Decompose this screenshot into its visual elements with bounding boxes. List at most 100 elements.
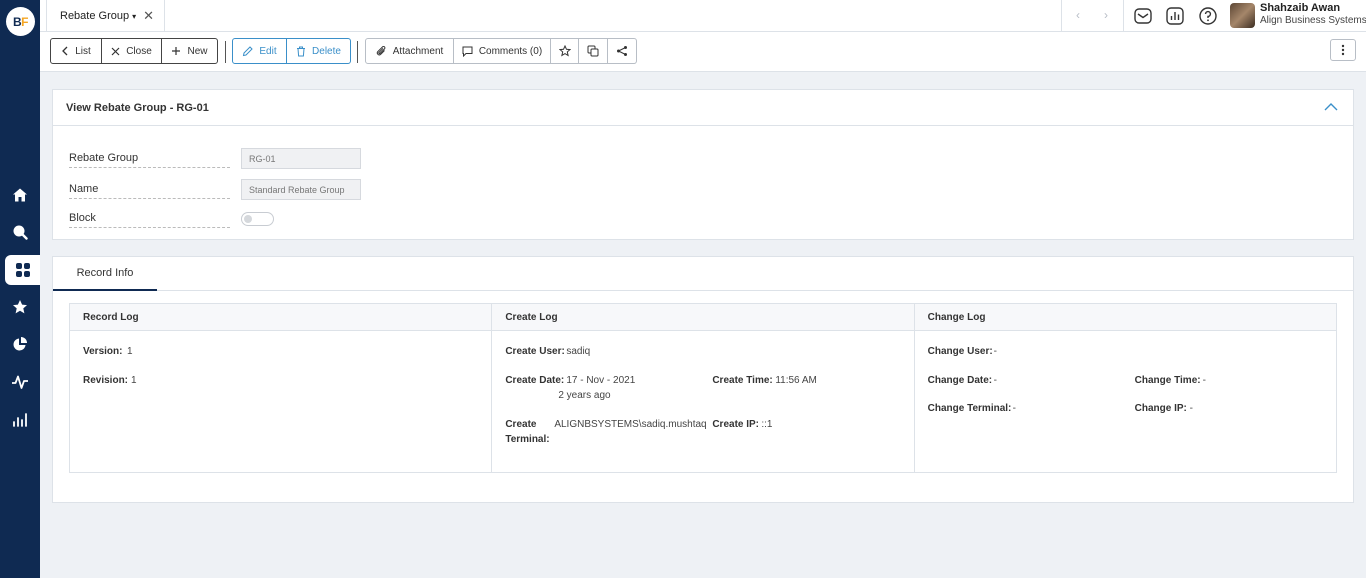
avatar[interactable]: [1230, 3, 1255, 28]
create-terminal-value: ALIGNBSYSTEMS\sadiq.mushtaq: [554, 419, 707, 430]
tab-record-info[interactable]: Record Info: [53, 257, 157, 291]
name-field: Standard Rebate Group: [241, 179, 361, 200]
create-time-value: 11:56 AM: [775, 375, 817, 386]
list-button[interactable]: List: [50, 38, 102, 64]
change-ip-value: -: [1189, 403, 1193, 414]
revision-label: Revision:: [83, 375, 129, 386]
change-date-value: -: [993, 375, 997, 386]
close-label: Close: [126, 45, 152, 57]
delete-button[interactable]: Delete: [286, 38, 351, 64]
close-button[interactable]: Close: [101, 38, 162, 64]
share-button[interactable]: [607, 38, 637, 64]
create-ip-value: ::1: [761, 419, 773, 430]
block-toggle[interactable]: [241, 212, 274, 226]
comments-label: Comments (0): [478, 45, 543, 57]
create-terminal-label-1: Create: [505, 419, 537, 430]
name-label: Name: [69, 183, 230, 199]
close-tab-icon[interactable]: ✕: [143, 8, 154, 24]
revision-value: 1: [131, 375, 137, 386]
change-ip-label: Change IP:: [1134, 403, 1187, 414]
pie-chart-icon[interactable]: [0, 329, 40, 359]
share-icon: [617, 46, 627, 56]
copy-icon: [587, 45, 599, 57]
user-company: Align Business Systems: [1260, 15, 1366, 26]
create-log-column: Create Log Create User: sadiq Create Dat…: [492, 304, 915, 472]
record-logs: Record Log Version: 1 Revision: 1 Create…: [69, 303, 1337, 473]
delete-label: Delete: [312, 45, 341, 57]
copy-button[interactable]: [578, 38, 608, 64]
change-user-label: Change User:: [927, 346, 993, 357]
top-right-area: ‹ › Shahzaib Awan Align Business Systems: [1061, 0, 1366, 32]
comments-button[interactable]: Comments (0): [453, 38, 551, 64]
chevron-up-icon[interactable]: [1324, 102, 1338, 111]
rebate-group-panel: View Rebate Group - RG-01 Rebate Group R…: [52, 89, 1354, 240]
mail-icon[interactable]: [1133, 6, 1153, 26]
prev-record-icon[interactable]: ‹: [1076, 8, 1080, 22]
create-user-value: sadiq: [566, 346, 591, 357]
change-log-column: Change Log Change User: - Change Date: -…: [914, 304, 1336, 472]
divider: [1123, 0, 1124, 32]
close-icon: [111, 47, 120, 55]
attachment-label: Attachment: [392, 45, 444, 57]
change-log-header: Change Log: [914, 304, 1336, 331]
tab-rebate-group[interactable]: Rebate Group ▾ ✕: [46, 0, 165, 32]
create-time-label: Create Time:: [712, 375, 773, 386]
edit-button-group: Edit Delete: [232, 38, 351, 64]
nav-button-group: List Close New: [50, 38, 218, 64]
version-value: 1: [127, 346, 133, 357]
toolbar: List Close New Edit Delete Attachment Co…: [40, 32, 1366, 72]
create-date-relative: 2 years ago: [558, 390, 611, 401]
comment-icon: [462, 46, 473, 57]
more-options-button[interactable]: [1330, 39, 1356, 61]
version-label: Version:: [83, 346, 123, 357]
next-record-icon[interactable]: ›: [1104, 8, 1108, 22]
new-label: New: [187, 45, 208, 57]
bar-chart-icon[interactable]: [0, 405, 40, 435]
star-outline-icon: [558, 45, 571, 57]
tab-title: Rebate Group: [60, 10, 130, 22]
apps-icon[interactable]: [5, 255, 40, 285]
create-terminal-label-2: Terminal:: [505, 434, 550, 445]
change-user-value: -: [993, 346, 997, 357]
report-icon[interactable]: [1165, 6, 1185, 26]
paperclip-icon: [376, 46, 386, 56]
rebate-group-label: Rebate Group: [69, 152, 230, 168]
create-log-header: Create Log: [492, 304, 914, 331]
create-ip-label: Create IP:: [712, 419, 760, 430]
actions-button-group: Attachment Comments (0): [365, 38, 637, 64]
panel-header: View Rebate Group - RG-01: [53, 90, 1353, 126]
attachment-button[interactable]: Attachment: [365, 38, 454, 64]
user-name[interactable]: Shahzaib Awan: [1260, 2, 1340, 14]
change-terminal-value: -: [1012, 403, 1016, 414]
chevron-left-icon: [62, 46, 68, 56]
top-bar: Rebate Group ▾ ✕ ‹ › Shahzaib Awan Align…: [40, 0, 1366, 32]
app-logo[interactable]: BF: [6, 7, 35, 36]
activity-icon[interactable]: [0, 367, 40, 397]
plus-icon: [172, 47, 181, 55]
create-date-value: 17 - Nov - 2021: [566, 375, 636, 386]
search-icon[interactable]: [0, 217, 40, 247]
change-time-label: Change Time:: [1134, 375, 1201, 386]
caret-down-icon[interactable]: ▾: [132, 12, 136, 21]
block-label: Block: [69, 212, 230, 228]
star-icon[interactable]: [0, 292, 40, 322]
help-icon[interactable]: [1198, 6, 1218, 26]
change-time-value: -: [1202, 375, 1206, 386]
pencil-icon: [243, 45, 254, 56]
separator: [225, 41, 226, 63]
record-tab-bar: Record Info: [53, 257, 1353, 291]
create-date-label: Create Date:: [505, 375, 565, 386]
record-info-panel: Record Info Record Log Version: 1 Revisi…: [52, 256, 1354, 503]
separator: [357, 41, 358, 63]
edit-button[interactable]: Edit: [232, 38, 287, 64]
record-log-header: Record Log: [70, 304, 492, 331]
new-button[interactable]: New: [161, 38, 218, 64]
edit-label: Edit: [259, 45, 277, 57]
favorite-button[interactable]: [550, 38, 579, 64]
change-date-label: Change Date:: [927, 375, 993, 386]
create-user-label: Create User:: [505, 346, 565, 357]
more-vertical-icon: [1341, 44, 1345, 56]
page-title: View Rebate Group - RG-01: [66, 101, 209, 114]
home-icon[interactable]: [0, 180, 40, 210]
change-terminal-label: Change Terminal:: [927, 403, 1012, 414]
